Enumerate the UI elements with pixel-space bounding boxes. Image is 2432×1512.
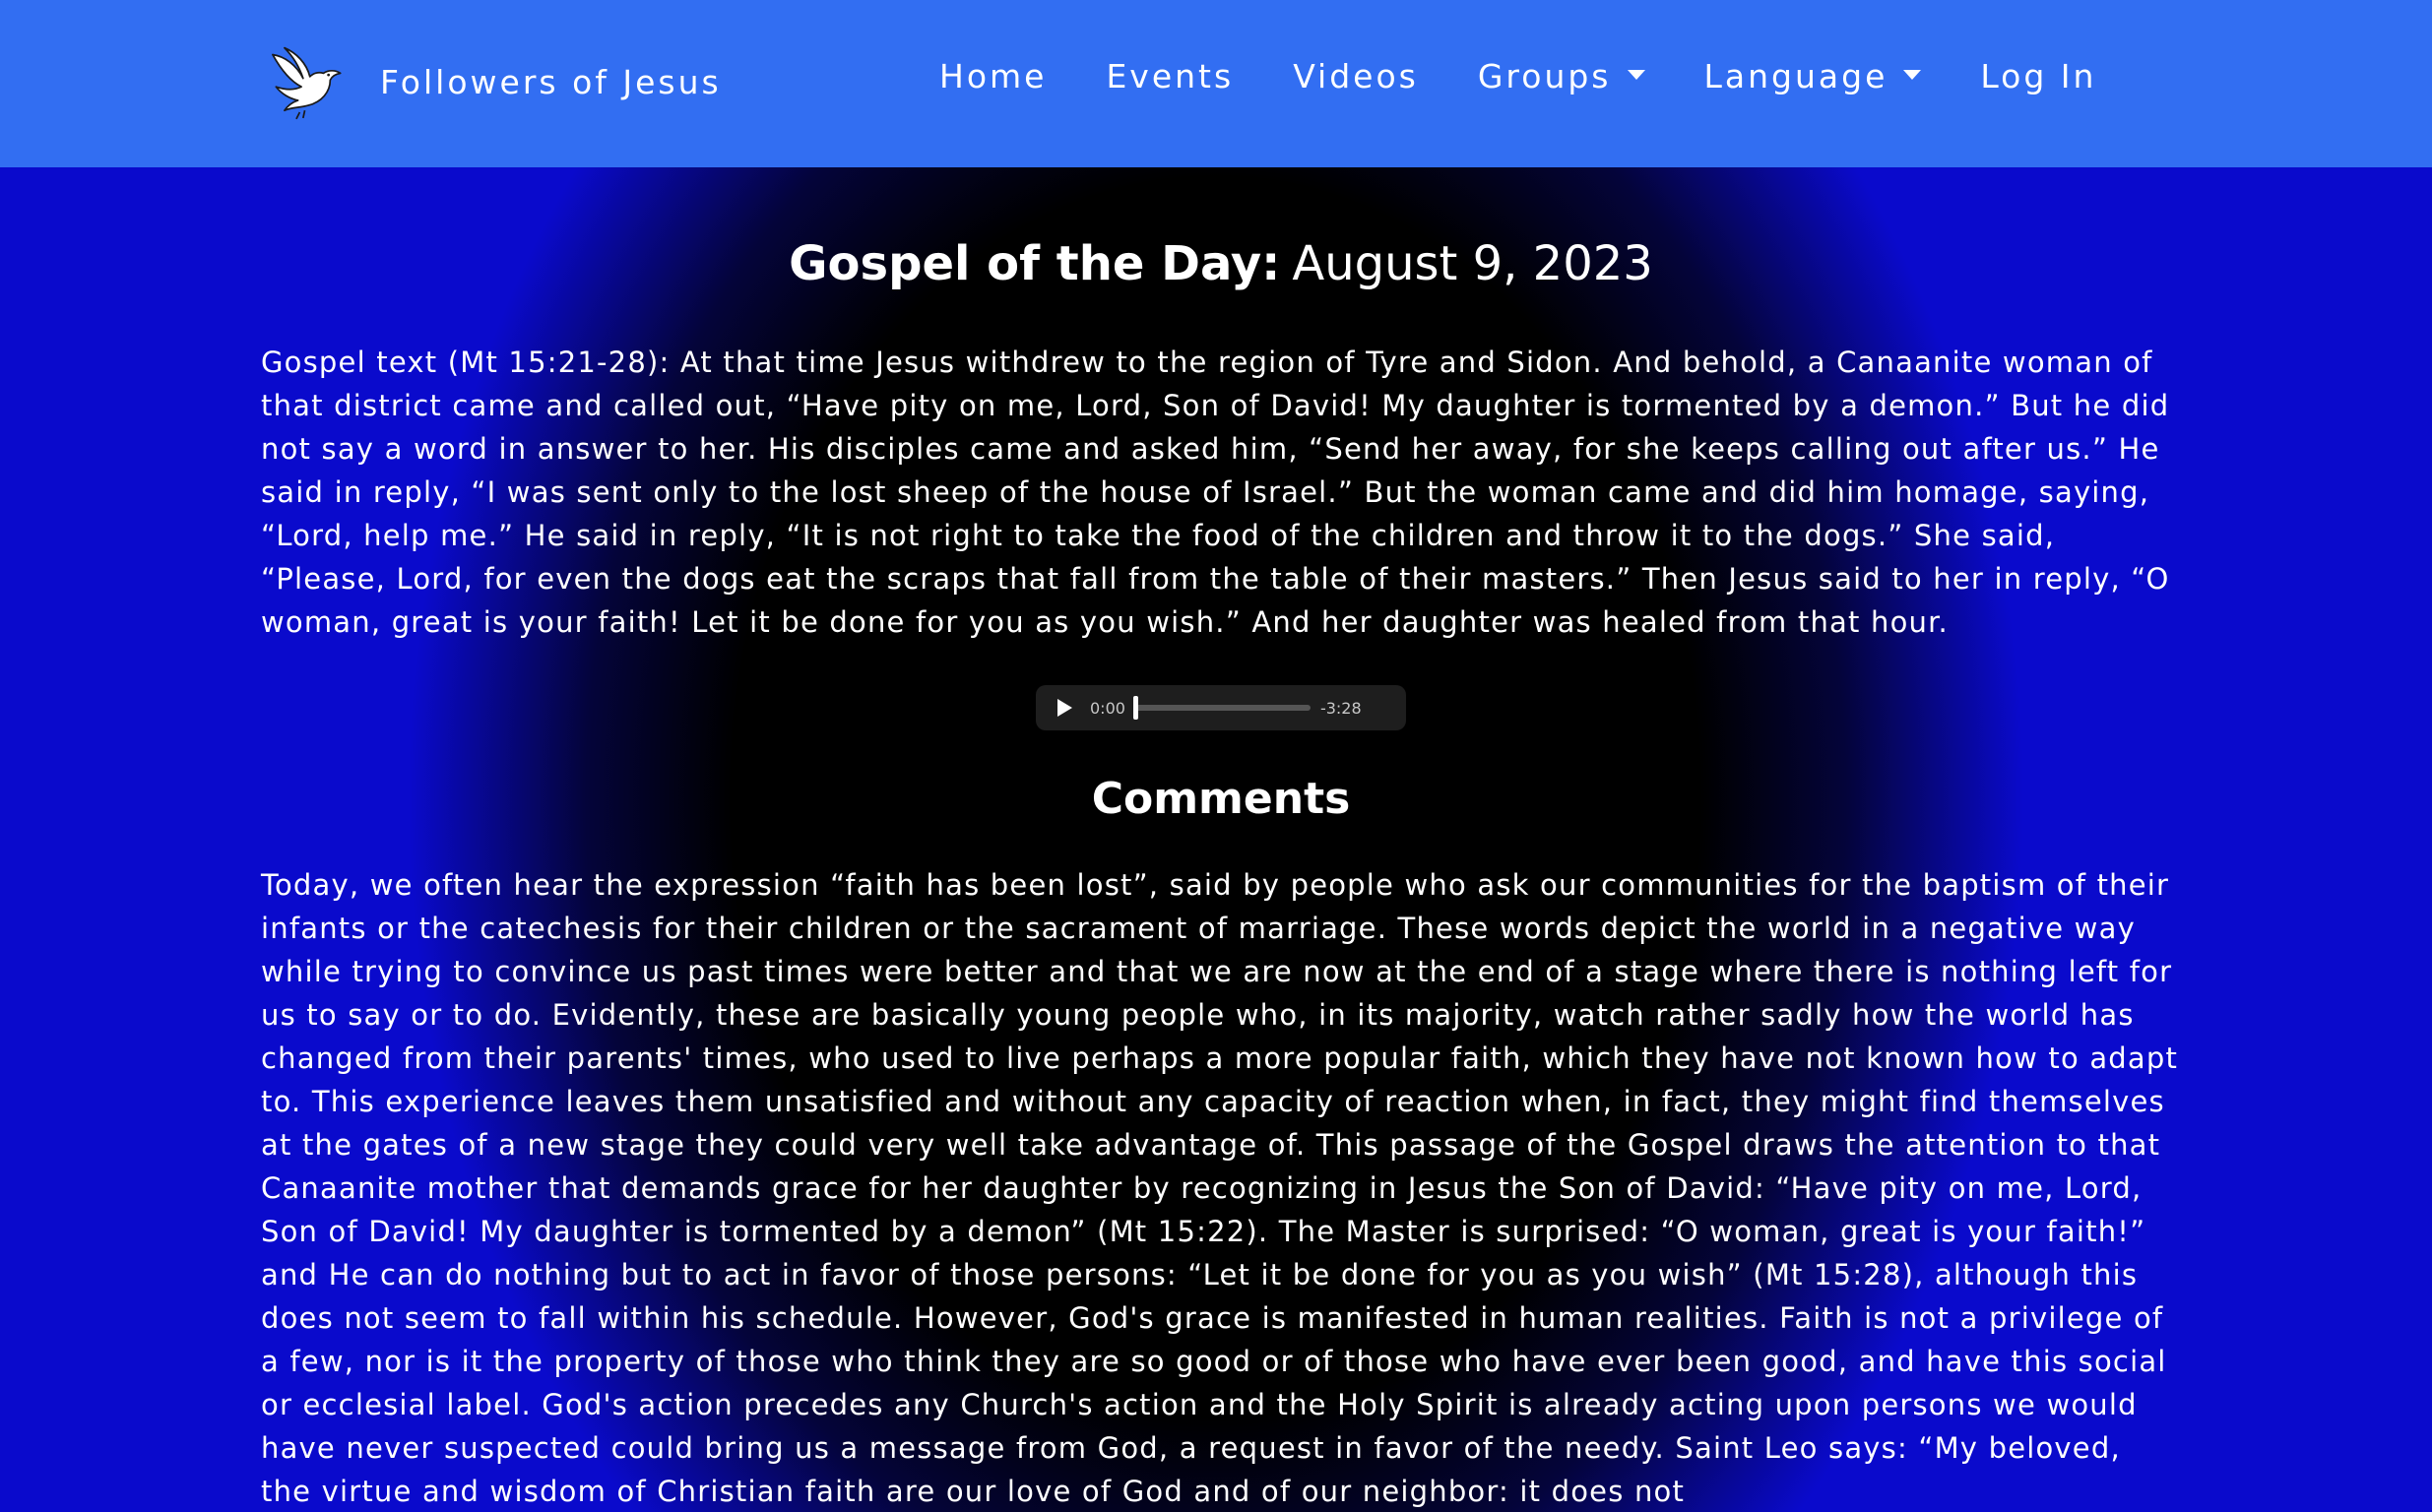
nav-videos-label: Videos xyxy=(1293,57,1419,95)
page-title-label: Gospel of the Day: xyxy=(789,236,1281,291)
nav-events-label: Events xyxy=(1106,57,1235,95)
audio-player[interactable]: 0:00 -3:28 xyxy=(1036,685,1406,730)
audio-wrapper: 0:00 -3:28 xyxy=(261,685,2181,730)
nav-language-label: Language xyxy=(1703,57,1888,95)
play-icon[interactable] xyxy=(1057,699,1072,717)
comments-text: Today, we often hear the expression “fai… xyxy=(261,867,2179,1508)
nav-videos[interactable]: Videos xyxy=(1293,57,1419,95)
nav-groups-label: Groups xyxy=(1477,57,1612,95)
nav-groups-dropdown[interactable]: Groups xyxy=(1478,57,1645,95)
nav-home[interactable]: Home xyxy=(939,57,1047,95)
brand-link[interactable]: Followers of Jesus xyxy=(266,37,722,126)
nav-menu: Home Events Videos Groups Language Log I… xyxy=(939,57,2096,95)
comments-heading: Comments xyxy=(1091,774,1351,824)
audio-remaining-time: -3:28 xyxy=(1319,698,1362,718)
audio-scrubber[interactable] xyxy=(1132,696,1311,720)
scrubber-handle[interactable] xyxy=(1132,696,1138,720)
nav-language-dropdown[interactable]: Language xyxy=(1704,57,1922,95)
nav-login[interactable]: Log In xyxy=(1980,57,2096,95)
gospel-text: Gospel text (Mt 15:21-28): At that time … xyxy=(261,346,2170,639)
caret-down-icon xyxy=(1903,69,1922,80)
content-column: Gospel of the Day: August 9, 2023 Gospel … xyxy=(261,167,2181,1512)
nav-home-label: Home xyxy=(939,57,1048,95)
caret-down-icon xyxy=(1627,69,1645,80)
nav-events[interactable]: Events xyxy=(1106,57,1234,95)
dove-icon xyxy=(272,46,342,120)
page-title: Gospel of the Day: August 9, 2023 xyxy=(261,234,2181,293)
brand-name: Followers of Jesus xyxy=(380,62,722,101)
navbar: Followers of Jesus Home Events Videos Gr… xyxy=(0,0,2432,167)
nav-login-label: Log In xyxy=(1980,57,2097,95)
audio-current-time: 0:00 xyxy=(1090,698,1125,718)
main-content: Gospel of the Day: August 9, 2023 Gospel … xyxy=(0,167,2432,1512)
page-title-date: August 9, 2023 xyxy=(1292,236,1653,291)
